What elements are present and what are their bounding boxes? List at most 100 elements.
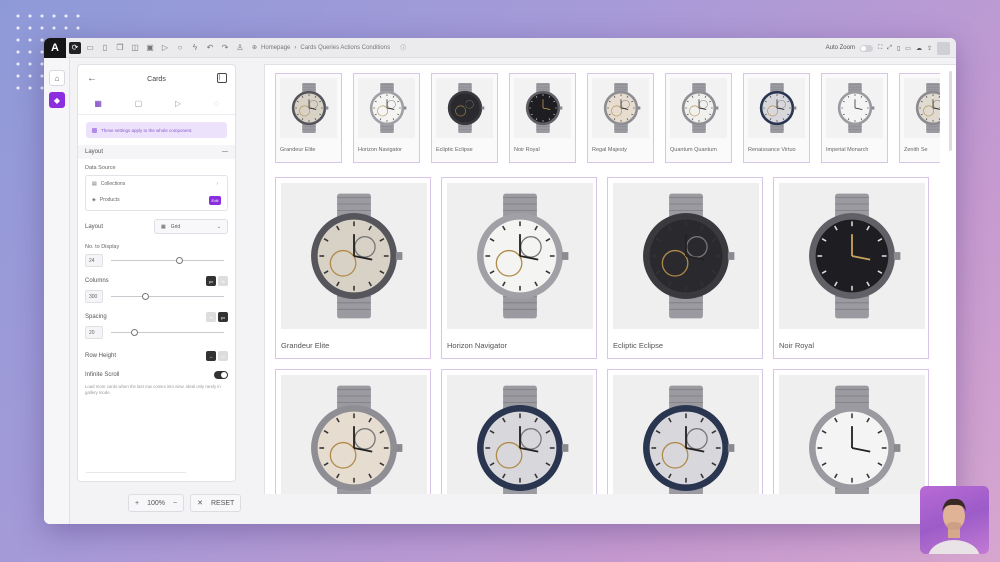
panel-divider (86, 472, 186, 473)
data-source-box[interactable]: ▤ Collections › ◈ Products Edit (85, 175, 228, 211)
zoom-in-button[interactable]: + (135, 500, 139, 507)
product-card-small[interactable]: Zenith Se (899, 73, 940, 163)
back-arrow-icon[interactable]: ← (87, 73, 97, 84)
save-icon[interactable]: ▭ (84, 42, 96, 54)
chevron-right-icon[interactable]: › (216, 181, 218, 187)
design-canvas[interactable]: Grandeur Elite Horizon Navigator Eclipti… (264, 64, 956, 494)
product-card[interactable]: Ecliptic Eclipse (607, 177, 763, 359)
product-card-small[interactable]: Quantum Quantum (665, 73, 732, 163)
fit-icon[interactable]: ⛶ (878, 45, 882, 52)
tab-style-icon[interactable]: ▢ (135, 99, 143, 108)
settings-panel: ← Cards ⎸ ▦ ▢ ▷ ◌ These settings apply t… (77, 64, 236, 482)
sync-icon[interactable]: ⟳ (69, 41, 81, 54)
slider-handle[interactable] (130, 329, 138, 336)
spacing-slider-row: 20 (78, 326, 235, 339)
breadcrumb-item-cards[interactable]: Cards Queries Actions Conditions (300, 45, 390, 51)
spacing-input[interactable]: 20 (85, 326, 103, 339)
collapse-icon[interactable]: — (222, 149, 228, 155)
product-card[interactable] (773, 369, 929, 494)
product-card[interactable]: Noir Royal (773, 177, 929, 359)
slider-handle[interactable] (141, 293, 149, 300)
play-icon[interactable]: ▷ (159, 42, 171, 54)
layers-icon[interactable]: ◫ (129, 42, 141, 54)
watch-icon (643, 385, 735, 494)
product-image (613, 375, 759, 494)
row-height-auto-icon[interactable]: ↔ (206, 351, 216, 361)
home-icon[interactable]: ⌂ (49, 70, 65, 86)
user-icon[interactable]: ♙ (234, 42, 246, 54)
zoom-box: + 100% − (128, 494, 185, 512)
product-card[interactable]: Grandeur Elite (275, 177, 431, 359)
help-icon[interactable]: ⓘ (400, 43, 406, 52)
columns-input[interactable]: 300 (85, 290, 103, 303)
product-name: Renaissance Virtuo (748, 147, 796, 153)
product-card-small[interactable]: Grandeur Elite (275, 73, 342, 163)
row-height-fixed-icon[interactable]: ▭ (218, 351, 228, 361)
panel-title: Cards (147, 75, 166, 83)
product-image (514, 78, 571, 138)
product-name: Zenith Se (904, 147, 928, 153)
tab-settings-icon[interactable]: ◌ (214, 99, 219, 108)
bolt-icon[interactable]: ϟ (189, 42, 201, 54)
desktop-icon[interactable]: ▭ (905, 45, 911, 52)
product-card[interactable] (607, 369, 763, 494)
cloud-icon[interactable]: ☁ (916, 45, 922, 52)
product-name: Noir Royal (514, 147, 540, 153)
no-display-slider[interactable] (111, 257, 224, 264)
columns-slider[interactable] (111, 293, 224, 300)
page-icon[interactable]: ▯ (99, 42, 111, 54)
layout-row: Layout ▦ Grid ⌄ (78, 219, 235, 234)
unit-px-button[interactable]: px (206, 276, 216, 286)
expand-icon[interactable]: ⤢ (887, 45, 892, 52)
product-card[interactable] (275, 369, 431, 494)
undo-icon[interactable]: ↶ (204, 42, 216, 54)
share-icon[interactable]: ⇪ (927, 45, 932, 52)
mobile-icon[interactable]: ▯ (897, 45, 900, 52)
no-display-input[interactable]: 24 (85, 254, 103, 267)
canvas-scrollbar[interactable] (949, 71, 952, 151)
tab-layout-icon[interactable]: ▦ (94, 99, 102, 108)
left-rail: ⌂ ◆ (44, 58, 70, 524)
publish-button[interactable] (937, 41, 950, 55)
unit-px-button[interactable]: px (218, 312, 228, 322)
dock-icon[interactable]: ⎸ (217, 73, 227, 83)
product-card[interactable] (441, 369, 597, 494)
infinite-scroll-toggle[interactable] (214, 371, 228, 379)
layers-active-icon[interactable]: ◆ (49, 92, 65, 108)
product-image (670, 78, 727, 138)
search-icon[interactable]: ○ (174, 42, 186, 54)
columns-label: Columns (85, 278, 109, 284)
zoom-out-button[interactable]: − (173, 500, 177, 507)
grid-icon: ▦ (161, 223, 166, 230)
breadcrumb-item-homepage[interactable]: Homepage (261, 45, 290, 51)
product-card-small[interactable]: Imperial Monarch (821, 73, 888, 163)
product-card[interactable]: Horizon Navigator (441, 177, 597, 359)
product-card-small[interactable]: Regal Majesty (587, 73, 654, 163)
product-card-small[interactable]: Horizon Navigator (353, 73, 420, 163)
zoom-controls: + 100% − ✕ RESET (128, 494, 242, 512)
product-card-small[interactable]: Noir Royal (509, 73, 576, 163)
product-card-small[interactable]: Renaissance Virtuo (743, 73, 810, 163)
unit-percent-button[interactable]: % (218, 276, 228, 286)
copy-icon[interactable]: ❐ (114, 42, 126, 54)
layout-select[interactable]: ▦ Grid ⌄ (154, 219, 228, 234)
info-icon (92, 127, 97, 133)
infinite-scroll-description: Load more cards when the last row comes … (85, 384, 221, 395)
watch-icon (603, 83, 640, 133)
layout-section-title: Layout (85, 149, 104, 155)
layout-section-header[interactable]: Layout — (78, 145, 235, 159)
data-source-edit-button[interactable]: Edit (209, 196, 221, 205)
product-card-small[interactable]: Ecliptic Eclipse (431, 73, 498, 163)
reset-button[interactable]: ✕ RESET (190, 494, 242, 512)
spacing-slider[interactable] (111, 329, 224, 336)
tab-interactions-icon[interactable]: ▷ (175, 99, 181, 108)
redo-icon[interactable]: ↷ (219, 42, 231, 54)
components-icon[interactable]: ▣ (144, 42, 156, 54)
auto-zoom-toggle[interactable] (859, 44, 873, 52)
product-image (592, 78, 649, 138)
product-image (280, 78, 337, 138)
unit-percent-button[interactable]: % (206, 312, 216, 322)
slider-handle[interactable] (175, 257, 183, 264)
product-image (447, 375, 593, 494)
product-image (281, 183, 427, 329)
